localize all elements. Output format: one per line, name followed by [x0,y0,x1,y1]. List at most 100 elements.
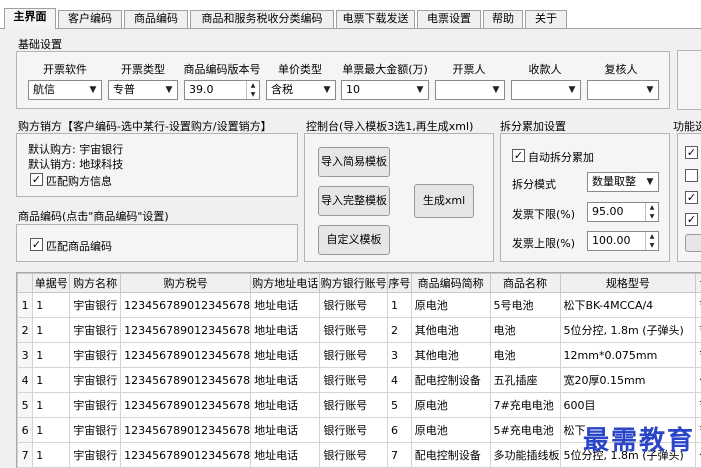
table-cell[interactable]: 银行账号 [319,317,389,343]
invoice-upper-limit-stepper[interactable]: 100.00 ▲ ▼ [587,231,659,251]
table-cell[interactable]: 1 [32,367,71,393]
column-header[interactable] [17,273,34,293]
table-cell[interactable]: 原电池 [410,417,491,443]
table-cell[interactable]: 1 [32,342,71,368]
match-goods-checkbox[interactable]: ✓ [30,238,43,251]
table-cell[interactable]: 节 [695,342,701,368]
function-option-checkbox-2[interactable] [685,169,698,182]
table-cell[interactable]: 地址电话 [250,392,321,418]
max-amount-select[interactable]: 10 ▼ [341,80,429,100]
column-header[interactable]: 商品名称 [489,273,561,293]
table-cell[interactable]: 银行账号 [319,417,389,443]
table-cell[interactable]: 1 [32,317,71,343]
code-version-stepper[interactable]: 39.0 ▲ ▼ [184,80,260,100]
table-cell[interactable]: 5位分控, 1.8m (子弹头) [559,317,697,343]
table-row[interactable]: 4 1 宇宙银行 123456789012345678 地址电话 银行账号 4 配电控制设备五… [17,367,701,393]
column-header[interactable]: 计 [695,273,701,293]
table-cell[interactable]: 个 [695,367,701,393]
tab-tax-classification-code[interactable]: 商品和服务税收分类编码 [190,10,334,28]
table-cell[interactable]: 宇宙银行 [69,292,122,318]
price-type-select[interactable]: 含税 ▼ [266,80,336,100]
table-cell[interactable]: 原电池 [410,392,491,418]
column-header[interactable]: 单据号 [32,273,71,293]
function-option-checkbox-4[interactable]: ✓ [685,213,698,226]
table-cell[interactable]: 其他电池 [410,342,491,368]
tab-einvoice-download[interactable]: 电票下载发送 [336,10,415,28]
table-cell[interactable]: 节 [695,417,701,443]
table-cell[interactable]: 3 [387,342,412,368]
table-cell[interactable]: 电池 [489,342,561,368]
table-cell[interactable]: 原电池 [410,292,491,318]
function-option-checkbox-1[interactable]: ✓ [685,146,698,159]
column-header[interactable]: 购方名称 [69,273,122,293]
column-header[interactable]: 商品编码简称 [410,273,491,293]
table-cell[interactable]: 节 [695,317,701,343]
column-header[interactable]: 序号 [387,273,412,293]
invoice-lower-limit-stepper[interactable]: 95.00 ▲ ▼ [587,202,659,222]
split-mode-select[interactable]: 数量取整 ▼ [587,172,659,192]
column-header[interactable]: 购方银行账号 [319,273,389,293]
table-cell[interactable]: 宇宙银行 [69,392,122,418]
table-cell[interactable]: 2 [387,317,412,343]
tab-main[interactable]: 主界面 [4,8,56,29]
custom-template-button[interactable]: 自定义模板 [318,225,390,255]
invoice-type-select[interactable]: 专普 ▼ [108,80,178,100]
table-cell[interactable]: 5#充电电池 [489,417,561,443]
table-cell[interactable]: 1 [32,442,71,468]
table-cell[interactable]: 123456789012345678 [120,367,252,393]
table-cell[interactable]: 123456789012345678 [120,292,252,318]
table-cell[interactable]: 电池 [489,317,561,343]
function-option-button[interactable] [685,234,701,252]
table-cell[interactable]: 宇宙银行 [69,342,122,368]
table-cell[interactable]: 宇宙银行 [69,367,122,393]
table-cell[interactable]: 5号电池 [489,292,561,318]
spin-buttons[interactable]: ▲ ▼ [246,81,259,99]
table-cell[interactable]: 12mm*0.075mm [559,342,697,368]
table-cell[interactable]: 节 [695,292,701,318]
table-cell[interactable]: 宽20厚0.15mm [559,367,697,393]
spin-buttons[interactable]: ▲ ▼ [645,203,658,221]
table-cell[interactable]: 多功能插线板 [489,442,561,468]
payee-select[interactable]: ▼ [511,80,581,100]
table-cell[interactable]: 银行账号 [319,392,389,418]
table-cell[interactable]: 银行账号 [319,367,389,393]
table-cell[interactable]: 地址电话 [250,417,321,443]
auto-split-checkbox[interactable]: ✓ [512,149,525,162]
table-cell[interactable]: 123456789012345678 [120,442,252,468]
table-cell[interactable]: 7 [387,442,412,468]
table-cell[interactable]: 7#充电电池 [489,392,561,418]
table-cell[interactable]: 宇宙银行 [69,317,122,343]
table-cell[interactable]: 地址电话 [250,292,321,318]
table-cell[interactable]: 123456789012345678 [120,342,252,368]
table-row[interactable]: 1 1 宇宙银行 123456789012345678 地址电话 银行账号 1 原电池 5号电池… [17,292,701,318]
table-row[interactable]: 5 1 宇宙银行 123456789012345678 地址电话 银行账号 5 原电池 7#充电… [17,392,701,418]
table-cell[interactable]: 123456789012345678 [120,392,252,418]
generate-xml-button[interactable]: 生成xml [414,184,474,218]
table-cell[interactable]: 600目 [559,392,697,418]
table-cell[interactable]: 123456789012345678 [120,317,252,343]
table-cell[interactable]: 1 [32,417,71,443]
table-cell[interactable]: 配电控制设备 [410,367,491,393]
table-cell[interactable]: 1 [32,292,71,318]
invoice-software-select[interactable]: 航信 ▼ [28,80,102,100]
table-cell[interactable]: 宇宙银行 [69,442,122,468]
table-cell[interactable]: 松下BK-4MCCA/4 [559,292,697,318]
table-cell[interactable]: 个 [695,442,701,468]
tab-about[interactable]: 关于 [525,10,567,28]
table-row[interactable]: 2 1 宇宙银行 123456789012345678 地址电话 银行账号 2 其他电池 电池 5… [17,317,701,343]
table-cell[interactable]: 银行账号 [319,342,389,368]
table-cell[interactable]: 宇宙银行 [69,417,122,443]
table-cell[interactable]: 节 [695,392,701,418]
tab-customer-code[interactable]: 客户编码 [58,10,122,28]
table-cell[interactable]: 6 [387,417,412,443]
import-simple-template-button[interactable]: 导入简易模板 [318,147,390,177]
table-cell[interactable]: 5 [387,392,412,418]
table-cell[interactable]: 123456789012345678 [120,417,252,443]
spin-buttons[interactable]: ▲ ▼ [645,232,658,250]
table-cell[interactable]: 4 [387,367,412,393]
table-cell[interactable]: 地址电话 [250,342,321,368]
table-cell[interactable]: 银行账号 [319,442,389,468]
table-cell[interactable]: 地址电话 [250,442,321,468]
match-buyer-checkbox[interactable]: ✓ [30,173,43,186]
tab-help[interactable]: 帮助 [483,10,523,28]
